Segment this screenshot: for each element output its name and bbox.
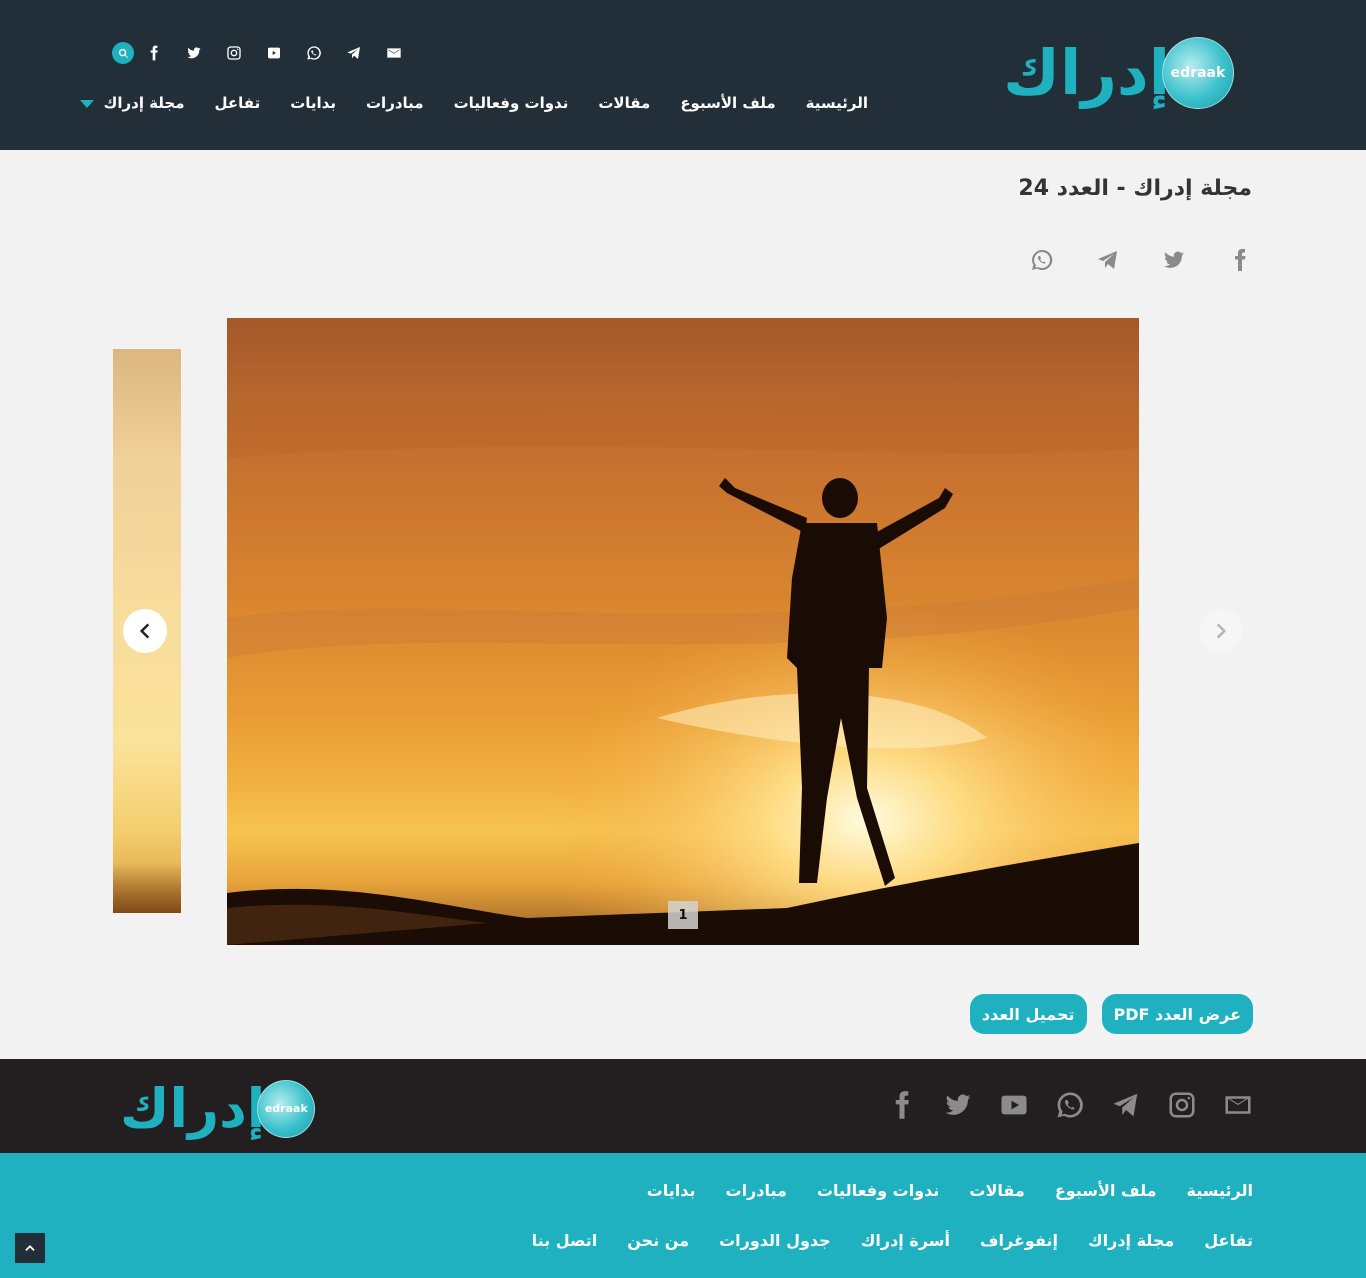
nav-item-weekly-file[interactable]: ملف الأسبوع [665, 92, 790, 114]
logo-text: إدراك [1003, 36, 1172, 109]
email-icon[interactable] [374, 42, 414, 64]
magazine-page-image [227, 318, 1139, 945]
instagram-icon[interactable] [214, 42, 254, 64]
nav-item-initiatives[interactable]: مبادرات [351, 92, 439, 114]
footer-link-magazine[interactable]: مجلة إدراك [1058, 1231, 1174, 1250]
whatsapp-icon[interactable] [294, 42, 334, 64]
whatsapp-icon[interactable] [988, 246, 1054, 274]
view-pdf-button[interactable]: عرض العدد PDF [1101, 994, 1253, 1034]
footer-link-team[interactable]: أسرة إدراك [831, 1231, 950, 1250]
twitter-icon[interactable] [174, 42, 214, 64]
nav-item-articles[interactable]: مقالات [583, 92, 665, 114]
footer-link-courses[interactable]: جدول الدورات [689, 1231, 831, 1250]
twitter-icon[interactable] [1120, 246, 1186, 274]
slider-page-number: 1 [668, 901, 698, 929]
chevron-left-icon [139, 623, 150, 639]
footer-links: الرئيسية ملف الأسبوع مقالات ندوات وفعالي… [0, 1153, 1366, 1278]
footer-link-weekly-file[interactable]: ملف الأسبوع [1025, 1181, 1157, 1200]
magazine-slider: 1 [0, 318, 1366, 945]
twitter-icon[interactable] [917, 1089, 973, 1121]
footer-link-home[interactable]: الرئيسية [1157, 1181, 1254, 1200]
facebook-icon[interactable] [1186, 246, 1252, 274]
share-bar [988, 246, 1252, 274]
logo-globe: edraak [1162, 36, 1234, 109]
nav-item-home[interactable]: الرئيسية [791, 92, 868, 114]
footer-link-beginnings[interactable]: بدايات [617, 1181, 696, 1200]
download-button[interactable]: تحميل العدد [969, 994, 1087, 1034]
telegram-icon[interactable] [334, 42, 374, 64]
main-nav: الرئيسية ملف الأسبوع مقالات ندوات وفعالي… [65, 92, 868, 114]
footer-logo-text: إدراك [120, 1077, 267, 1140]
slider-prev-button[interactable] [123, 609, 167, 653]
site-header: إدراك edraak الرئيسية ملف الأسبوع مقالات… [0, 0, 1366, 150]
nav-item-events[interactable]: ندوات وفعاليات [439, 92, 584, 114]
nav-item-magazine-label: مجلة إدراك [103, 94, 185, 112]
footer-top: إدراك edraak [0, 1059, 1366, 1153]
back-to-top-button[interactable] [15, 1233, 45, 1263]
footer-link-initiatives[interactable]: مبادرات [696, 1181, 787, 1200]
magazine-actions: عرض العدد PDF تحميل العدد [969, 994, 1253, 1034]
nav-item-interaction[interactable]: تفاعل [200, 92, 276, 114]
footer-link-contact[interactable]: اتصل بنا [502, 1231, 598, 1250]
slider-next-button[interactable] [1199, 609, 1243, 653]
site-logo[interactable]: إدراك edraak [1003, 36, 1234, 109]
instagram-icon[interactable] [1141, 1089, 1197, 1121]
chevron-up-icon [25, 1245, 35, 1251]
whatsapp-icon[interactable] [1029, 1089, 1085, 1121]
footer-links-row-2: تفاعل مجلة إدراك إنفوغراف أسرة إدراك جدو… [502, 1231, 1253, 1250]
footer-logo[interactable]: إدراك edraak [120, 1077, 316, 1140]
page-title: مجلة إدراك - العدد 24 [1018, 176, 1252, 201]
search-icon[interactable] [112, 42, 134, 64]
footer-link-infograph[interactable]: إنفوغراف [950, 1231, 1058, 1250]
footer-logo-globe: edraak [257, 1079, 316, 1138]
footer-social-bar [861, 1089, 1253, 1121]
footer-link-articles[interactable]: مقالات [939, 1181, 1024, 1200]
footer-link-interaction[interactable]: تفاعل [1174, 1231, 1253, 1250]
footer-link-events[interactable]: ندوات وفعاليات [787, 1181, 939, 1200]
sunset-silhouette-illustration [227, 318, 1139, 945]
footer-link-about[interactable]: من نحن [597, 1231, 689, 1250]
header-social-bar [112, 42, 414, 64]
footer-links-row-1: الرئيسية ملف الأسبوع مقالات ندوات وفعالي… [617, 1181, 1253, 1200]
facebook-icon[interactable] [134, 42, 174, 64]
nav-item-beginnings[interactable]: بدايات [275, 92, 351, 114]
email-icon[interactable] [1197, 1089, 1253, 1121]
chevron-right-icon [1216, 623, 1227, 639]
telegram-icon[interactable] [1085, 1089, 1141, 1121]
youtube-icon[interactable] [973, 1089, 1029, 1121]
thumbnail-palm-shadow [113, 863, 181, 913]
facebook-icon[interactable] [861, 1089, 917, 1121]
caret-down-icon [79, 100, 94, 108]
telegram-icon[interactable] [1054, 246, 1120, 274]
nav-item-magazine[interactable]: مجلة إدراك [65, 92, 200, 114]
youtube-icon[interactable] [254, 42, 294, 64]
